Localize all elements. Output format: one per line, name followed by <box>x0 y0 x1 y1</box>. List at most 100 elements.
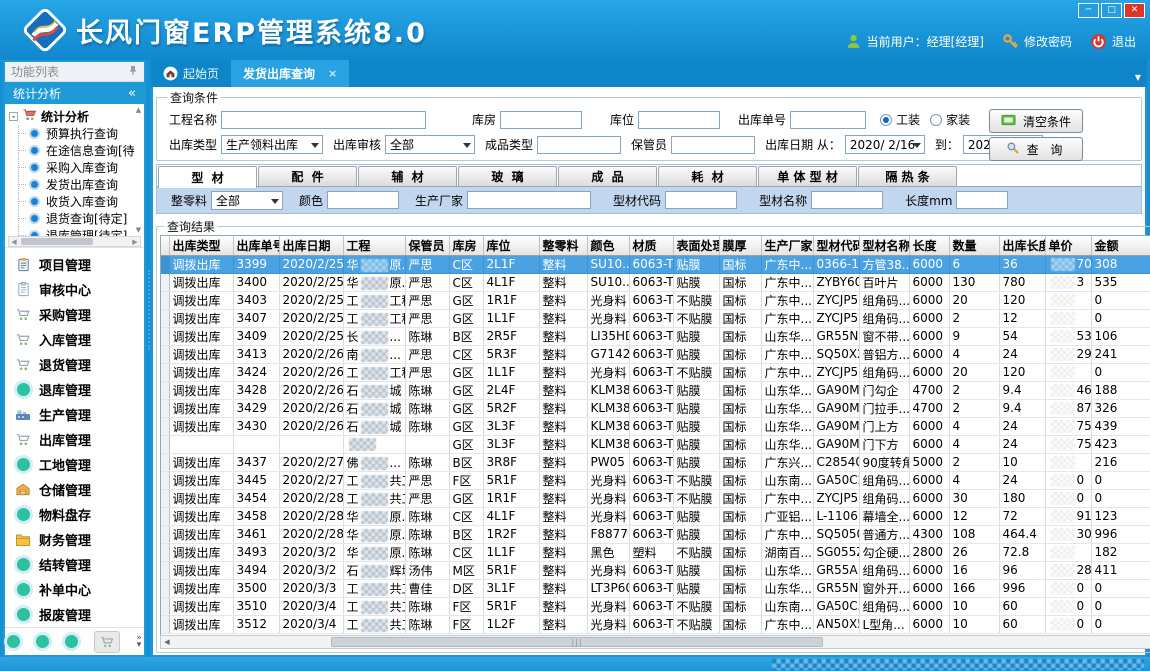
order-no-input[interactable] <box>790 111 866 129</box>
grid-horizontal-scrollbar[interactable]: ◀ ||| ▶ <box>160 635 1150 649</box>
scroll-thumb[interactable] <box>21 238 93 245</box>
module-dot-icon[interactable] <box>65 635 78 648</box>
manufacturer-input[interactable] <box>467 191 591 209</box>
table-row[interactable]: 调拨出库34302020/2/26石城陈琳G区3L3F整料KLM38176063… <box>161 417 1150 435</box>
tree-item-4[interactable]: 收货入库查询 <box>9 193 144 210</box>
column-header-6[interactable]: 库位 <box>483 236 539 255</box>
column-header-19[interactable]: 金额 <box>1091 236 1150 255</box>
close-tab-icon[interactable]: × <box>328 67 337 80</box>
table-row[interactable]: 调拨出库34932020/3/2华原...陈琳C区1L1F整料黑色塑料不贴膜国标… <box>161 543 1150 561</box>
overflow-button[interactable]: »▾ <box>136 635 142 649</box>
sidebar-item-1[interactable]: 审核中心 <box>5 277 144 302</box>
whole-select[interactable]: 全部 <box>211 191 283 210</box>
sidebar-item-8[interactable]: 工地管理 <box>5 452 144 477</box>
code-input[interactable] <box>665 191 737 209</box>
table-row[interactable]: 调拨出库34942020/3/2石辉城汤伟M区5R1F整料光身料6063-T5贴… <box>161 561 1150 579</box>
tree-horizontal-scrollbar[interactable]: ◀ ▶ <box>8 236 141 247</box>
column-header-4[interactable]: 保管员 <box>405 236 449 255</box>
table-row[interactable]: 调拨出库35122020/3/4工共工程陈琳F区1L2F整料光身料6063-T5… <box>161 615 1150 633</box>
column-header-3[interactable]: 工程 <box>343 236 405 255</box>
column-header-1[interactable]: 出库单号 <box>233 236 279 255</box>
sidebar-item-9[interactable]: 仓储管理 <box>5 477 144 502</box>
sidebar-item-12[interactable]: 结转管理 <box>5 552 144 577</box>
warehouse-input[interactable] <box>500 111 582 129</box>
sidebar-item-7[interactable]: 出库管理 <box>5 427 144 452</box>
sidebar-item-4[interactable]: 退货管理 <box>5 352 144 377</box>
module-dot-icon[interactable] <box>7 635 20 648</box>
tree-vertical-scrollbar[interactable]: ▲▼ <box>134 106 143 234</box>
out-type-select[interactable]: 生产领料出库 <box>221 135 323 154</box>
color-input[interactable] <box>327 191 399 209</box>
radio-icon[interactable] <box>930 114 942 126</box>
table-row[interactable]: 调拨出库33992020/2/25华原...严思C区2L1F整料SU10...6… <box>161 255 1150 273</box>
column-header-11[interactable]: 膜厚 <box>719 236 761 255</box>
column-header-9[interactable]: 材质 <box>629 236 673 255</box>
table-row[interactable]: 调拨出库34032020/2/25工工程严思G区1R1F整料光身料6063-T5… <box>161 291 1150 309</box>
maximize-button[interactable]: □ <box>1101 3 1122 18</box>
column-header-15[interactable]: 长度 <box>909 236 949 255</box>
column-header-0[interactable]: 出库类型 <box>169 236 233 255</box>
table-row[interactable]: 调拨出库35102020/3/4工共工程陈琳F区5R1F整料光身料6063-T5… <box>161 597 1150 615</box>
radio-工装[interactable]: 工装 <box>880 111 930 128</box>
radio-家装[interactable]: 家装 <box>930 111 980 128</box>
scroll-right-icon[interactable]: ▶ <box>130 238 140 246</box>
audit-select[interactable]: 全部 <box>385 135 475 154</box>
product-type-input[interactable] <box>537 136 621 154</box>
table-row[interactable]: G区3L3F整料KLM38176063-T5贴膜国标山东华...GA90M09.… <box>161 435 1150 453</box>
table-row[interactable]: 调拨出库34582020/2/28华原...陈琳C区4L1F整料光身料6063-… <box>161 507 1150 525</box>
sidebar-item-5[interactable]: 退库管理 <box>5 377 144 402</box>
column-header-8[interactable]: 颜色 <box>587 236 629 255</box>
column-header-18[interactable]: 单价 <box>1045 236 1091 255</box>
pin-icon[interactable] <box>128 65 138 79</box>
material-tab-4[interactable]: 成 品 <box>558 166 657 186</box>
sidebar-item-6[interactable]: 生产管理 <box>5 402 144 427</box>
material-tab-2[interactable]: 辅 材 <box>358 166 457 186</box>
sidebar-item-13[interactable]: 补单中心 <box>5 577 144 602</box>
results-grid[interactable]: 出库类型出库单号出库日期工程保管员库房库位整零料颜色材质表面处理膜厚生产厂家型材… <box>161 236 1150 635</box>
sidebar-item-10[interactable]: 物料盘存 <box>5 502 144 527</box>
table-row[interactable]: 调拨出库34372020/2/27佛...陈琳B区3R8F整料PW056063-… <box>161 453 1150 471</box>
radio-icon[interactable] <box>880 114 892 126</box>
table-row[interactable]: 调拨出库35002020/3/3工共工程曹佳D区3L1F整料LT3P606063… <box>161 579 1150 597</box>
column-header-10[interactable]: 表面处理 <box>673 236 719 255</box>
tab-overflow-icon[interactable]: ▼ <box>1135 73 1141 82</box>
tree-item-0[interactable]: 预算执行查询 <box>9 125 144 142</box>
scroll-left-icon[interactable]: ◀ <box>161 638 173 646</box>
tree-item-5[interactable]: 退货查询[待定] <box>9 210 144 227</box>
cart-module-button[interactable] <box>94 631 120 653</box>
material-tab-3[interactable]: 玻 璃 <box>458 166 557 186</box>
column-header-17[interactable]: 出库长度 <box>999 236 1045 255</box>
collapse-icon[interactable]: « <box>128 86 136 101</box>
table-row[interactable]: 调拨出库34072020/2/25工工程严思G区1L1F整料光身料6063-T5… <box>161 309 1150 327</box>
splitter[interactable] <box>146 60 151 657</box>
sidebar-item-0[interactable]: 项目管理 <box>5 252 144 277</box>
tree-root[interactable]: - 统计分析 <box>9 107 144 125</box>
length-input[interactable] <box>956 191 1008 209</box>
tab-1[interactable]: 发货出库查询× <box>231 60 349 87</box>
column-header-16[interactable]: 数量 <box>949 236 999 255</box>
column-header-5[interactable]: 库房 <box>449 236 483 255</box>
keeper-input[interactable] <box>671 136 755 154</box>
table-row[interactable]: 调拨出库34002020/2/25华原...严思C区4L1F整料SU10...6… <box>161 273 1150 291</box>
material-tab-5[interactable]: 耗 材 <box>658 166 757 186</box>
module-dot-icon[interactable] <box>36 635 49 648</box>
column-header-12[interactable]: 生产厂家 <box>761 236 813 255</box>
material-tab-6[interactable]: 单 体 型 材 <box>758 166 857 186</box>
sidebar-item-11[interactable]: 财务管理 <box>5 527 144 552</box>
table-row[interactable]: 调拨出库34542020/2/28工共工程严思G区1R1F整料光身料6063-T… <box>161 489 1150 507</box>
minimize-button[interactable]: ─ <box>1078 3 1099 18</box>
material-tab-7[interactable]: 隔 热 条 <box>858 166 957 186</box>
name-input[interactable] <box>811 191 883 209</box>
expander-icon[interactable]: - <box>9 112 18 121</box>
scroll-left-icon[interactable]: ◀ <box>9 238 19 246</box>
table-row[interactable]: 调拨出库34612020/2/28华原...陈琳B区1R2F整料F8877FT6… <box>161 525 1150 543</box>
table-row[interactable]: 调拨出库34452020/2/27工共工程严思F区5R1F整料光身料6063-T… <box>161 471 1150 489</box>
sidebar-item-14[interactable]: 报废管理 <box>5 602 144 627</box>
scroll-thumb[interactable]: ||| <box>331 637 823 647</box>
close-button[interactable]: ✕ <box>1124 3 1145 18</box>
sidebar-item-2[interactable]: 采购管理 <box>5 302 144 327</box>
material-tab-0[interactable]: 型 材 <box>158 166 257 188</box>
table-row[interactable]: 调拨出库34242020/2/26工工程严思G区1L1F整料光身料6063-T5… <box>161 363 1150 381</box>
table-row[interactable]: 调拨出库34292020/2/26石城陈琳G区5R2F整料KLM38176063… <box>161 399 1150 417</box>
tree-item-2[interactable]: 采购入库查询 <box>9 159 144 176</box>
